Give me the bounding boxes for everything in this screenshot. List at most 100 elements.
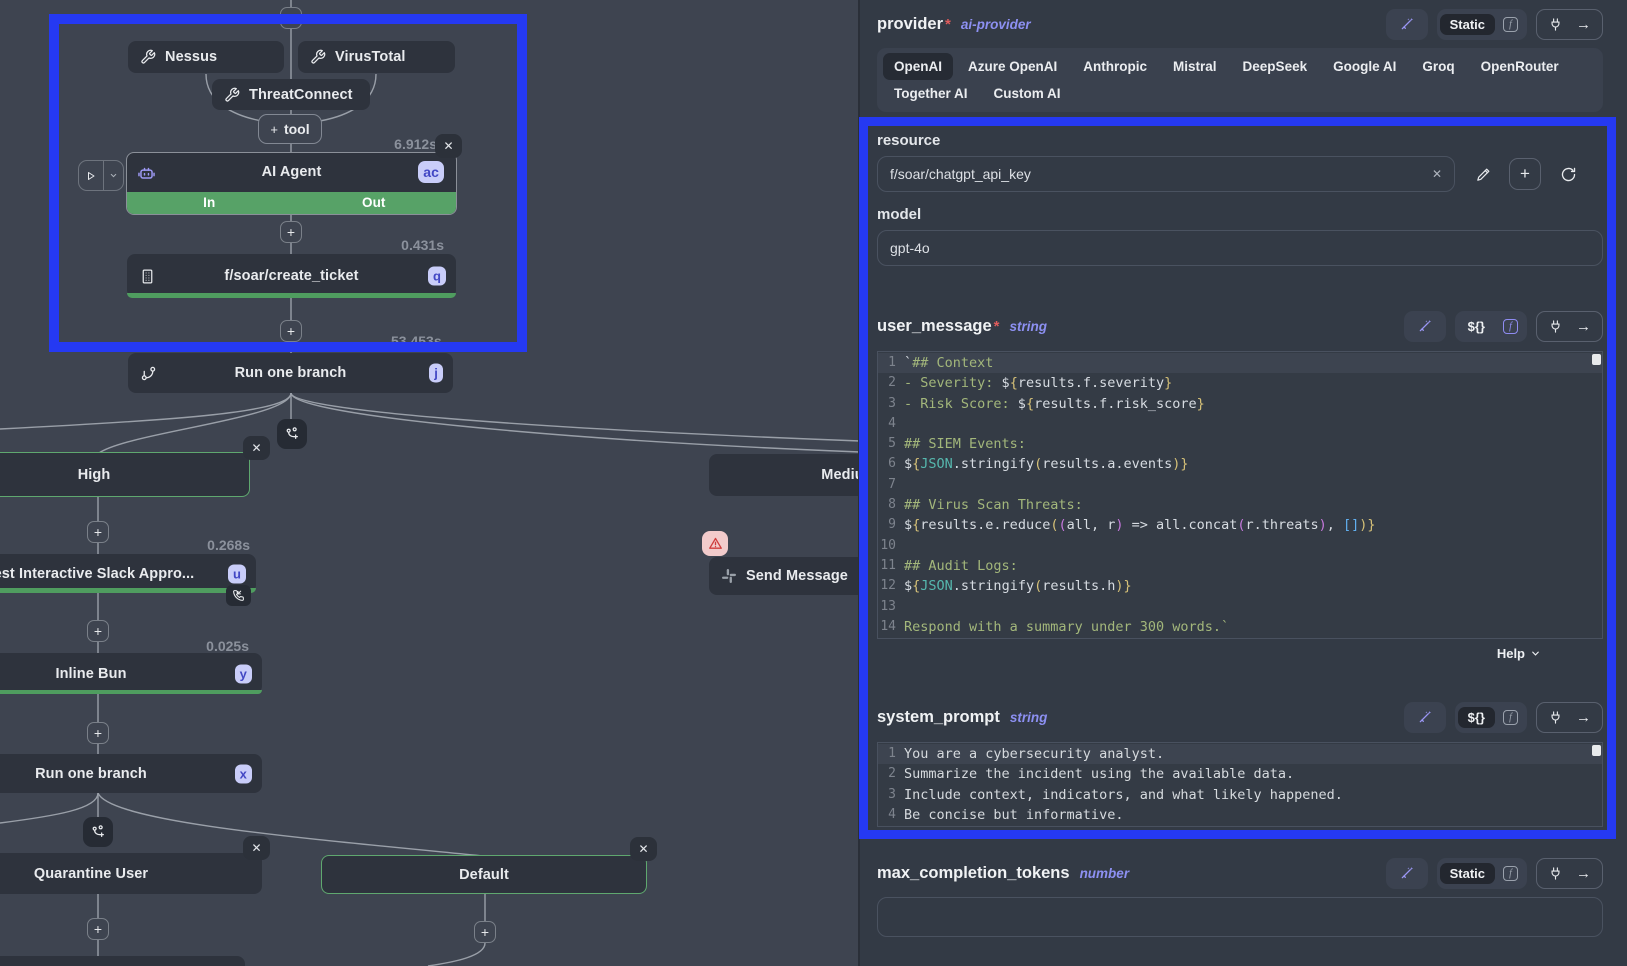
ai-autofill-button[interactable] bbox=[1386, 858, 1428, 889]
help-button[interactable]: Help bbox=[1497, 646, 1525, 661]
node-send-message[interactable]: Send Message bbox=[709, 557, 860, 595]
plus-connector[interactable]: + bbox=[87, 620, 109, 642]
node-run-one-branch-2[interactable]: Run one branch x bbox=[0, 754, 262, 793]
code-line[interactable]: 2- Severity: ${results.f.severity} bbox=[878, 373, 1602, 393]
node-quarantine-user[interactable]: Quarantine User bbox=[0, 853, 262, 894]
plus-connector[interactable]: + bbox=[280, 7, 302, 29]
agent-in-tab[interactable]: In bbox=[127, 192, 292, 214]
plus-connector[interactable]: + bbox=[87, 521, 109, 543]
resource-label: resource bbox=[877, 132, 1603, 149]
max-tokens-input[interactable] bbox=[877, 897, 1603, 937]
edit-pencil-icon[interactable] bbox=[1475, 166, 1492, 183]
code-line[interactable]: 2Summarize the incident using the availa… bbox=[878, 764, 1602, 784]
phone-incoming-icon[interactable] bbox=[226, 585, 251, 606]
code-line[interactable]: 7 bbox=[878, 475, 1602, 495]
mode-template-option[interactable]: ${} bbox=[1458, 707, 1495, 728]
plug-icon[interactable] bbox=[1548, 17, 1563, 32]
node-inline-bun[interactable]: Inline Bun y bbox=[0, 653, 262, 694]
clear-icon[interactable]: ✕ bbox=[1432, 167, 1442, 181]
code-line[interactable]: 9${results.e.reduce((all, r) => all.conc… bbox=[878, 515, 1602, 535]
plug-icon[interactable] bbox=[1548, 866, 1563, 881]
system-prompt-code-editor[interactable]: 1You are a cybersecurity analyst.2Summar… bbox=[877, 742, 1603, 827]
provider-tab-google-ai[interactable]: Google AI bbox=[1322, 53, 1407, 80]
agent-out-tab[interactable]: Out bbox=[292, 192, 457, 214]
add-resource-button[interactable]: + bbox=[1509, 158, 1541, 190]
arrow-right-icon[interactable]: → bbox=[1576, 710, 1591, 725]
arrow-right-icon[interactable]: → bbox=[1576, 866, 1591, 881]
run-button-group[interactable] bbox=[78, 160, 124, 191]
scrollbar-thumb[interactable] bbox=[1592, 354, 1601, 365]
code-line[interactable]: 11## Audit Logs: bbox=[878, 556, 1602, 576]
provider-tab-deepseek[interactable]: DeepSeek bbox=[1232, 53, 1319, 80]
code-line[interactable]: 3Include context, indicators, and what l… bbox=[878, 785, 1602, 805]
code-line[interactable]: 4Be concise but informative. bbox=[878, 805, 1602, 825]
node-virustotal[interactable]: VirusTotal bbox=[298, 41, 455, 73]
node-branch-default[interactable]: Default bbox=[321, 855, 647, 894]
play-icon[interactable] bbox=[79, 161, 103, 190]
node-threatconnect[interactable]: ThreatConnect bbox=[212, 79, 370, 110]
ai-autofill-button[interactable] bbox=[1404, 702, 1446, 733]
code-line[interactable]: 13 bbox=[878, 597, 1602, 617]
add-branch-icon[interactable] bbox=[277, 419, 307, 449]
plus-connector[interactable]: + bbox=[280, 221, 302, 243]
provider-tab-mistral[interactable]: Mistral bbox=[1162, 53, 1228, 80]
ai-autofill-button[interactable] bbox=[1404, 311, 1446, 342]
resource-input[interactable]: f/soar/chatgpt_api_key ✕ bbox=[877, 156, 1455, 192]
arrow-right-icon[interactable]: → bbox=[1576, 319, 1591, 334]
code-line[interactable]: 1`## Context bbox=[878, 353, 1602, 373]
node-ai-agent[interactable]: AI Agent ac In Out bbox=[126, 152, 457, 215]
provider-tab-azure-openai[interactable]: Azure OpenAI bbox=[957, 53, 1068, 80]
plus-connector[interactable]: + bbox=[87, 722, 109, 744]
line-content: ## Audit Logs: bbox=[904, 556, 1018, 576]
code-line[interactable]: 5## SIEM Events: bbox=[878, 434, 1602, 454]
close-icon[interactable]: ✕ bbox=[243, 836, 270, 860]
close-icon[interactable]: ✕ bbox=[435, 134, 462, 158]
user-message-code-editor[interactable]: 1`## Context2- Severity: ${results.f.sev… bbox=[877, 351, 1603, 639]
code-line[interactable]: 4 bbox=[878, 414, 1602, 434]
plus-connector[interactable]: + bbox=[280, 320, 302, 342]
node-create-ticket[interactable]: f/soar/create_ticket q bbox=[127, 254, 456, 298]
close-icon[interactable]: ✕ bbox=[243, 436, 270, 460]
workflow-canvas[interactable]: + Nessus VirusTotal ThreatConnect + tool… bbox=[0, 0, 860, 966]
node-run-one-branch-1[interactable]: Run one branch j bbox=[128, 353, 453, 393]
mode-static-option[interactable]: Static bbox=[1440, 863, 1495, 884]
mode-expression-option[interactable]: f bbox=[1497, 705, 1524, 730]
plus-connector[interactable]: + bbox=[87, 918, 109, 940]
mode-expression-option[interactable]: f bbox=[1497, 861, 1524, 886]
mode-template-option[interactable]: ${} bbox=[1458, 316, 1495, 337]
node-slack-approval[interactable]: quest Interactive Slack Appro... u bbox=[0, 554, 256, 593]
tool-handle[interactable]: + tool bbox=[258, 114, 322, 144]
node-nessus[interactable]: Nessus bbox=[128, 41, 284, 73]
scrollbar-thumb[interactable] bbox=[1592, 745, 1601, 756]
provider-tab-openrouter[interactable]: OpenRouter bbox=[1470, 53, 1570, 80]
provider-tab-groq[interactable]: Groq bbox=[1411, 53, 1465, 80]
code-line[interactable]: 10 bbox=[878, 536, 1602, 556]
node-branch-high[interactable]: High bbox=[0, 452, 250, 497]
mode-static-option[interactable]: Static bbox=[1440, 14, 1495, 35]
add-branch-icon[interactable] bbox=[83, 817, 113, 847]
provider-tab-together-ai[interactable]: Together AI bbox=[883, 80, 979, 107]
ai-autofill-button[interactable] bbox=[1386, 9, 1428, 40]
code-line[interactable]: 8## Virus Scan Threats: bbox=[878, 495, 1602, 515]
close-icon[interactable]: ✕ bbox=[630, 837, 657, 861]
plug-icon[interactable] bbox=[1548, 710, 1563, 725]
code-line[interactable]: 12${JSON.stringify(results.h)} bbox=[878, 576, 1602, 596]
chevron-down-icon[interactable] bbox=[103, 161, 123, 190]
provider-tab-anthropic[interactable]: Anthropic bbox=[1072, 53, 1158, 80]
mode-expression-option[interactable]: f bbox=[1497, 12, 1524, 37]
chevron-down-icon[interactable] bbox=[1530, 648, 1541, 659]
model-input[interactable]: gpt-4o bbox=[877, 230, 1603, 266]
code-line[interactable]: 3- Risk Score: ${results.f.risk_score} bbox=[878, 394, 1602, 414]
plus-connector[interactable]: + bbox=[474, 921, 496, 943]
arrow-right-icon[interactable]: → bbox=[1576, 17, 1591, 32]
code-line[interactable]: 1You are a cybersecurity analyst. bbox=[878, 744, 1602, 764]
refresh-icon[interactable] bbox=[1560, 166, 1577, 183]
plug-icon[interactable] bbox=[1548, 319, 1563, 334]
provider-tab-custom-ai[interactable]: Custom AI bbox=[983, 80, 1072, 107]
provider-tab-openai[interactable]: OpenAI bbox=[883, 53, 953, 80]
node-branch-medium[interactable]: Medium bbox=[709, 454, 860, 496]
code-line[interactable]: 14Respond with a summary under 300 words… bbox=[878, 617, 1602, 637]
mode-expression-option[interactable]: f bbox=[1497, 314, 1524, 339]
code-line[interactable]: 6${JSON.stringify(results.a.events)} bbox=[878, 454, 1602, 474]
node-partial-bottom[interactable] bbox=[0, 956, 245, 966]
